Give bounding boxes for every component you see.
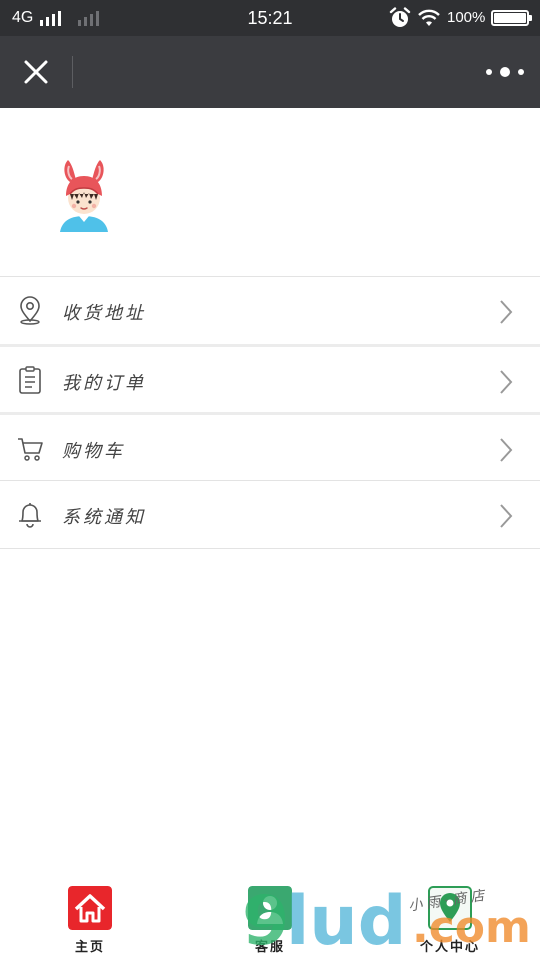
nav-item-profile[interactable]: 个人中心	[410, 886, 490, 955]
wifi-icon	[418, 9, 440, 26]
menu-item-label: 购物车	[62, 441, 125, 462]
nav-item-service[interactable]: 客服	[230, 886, 310, 955]
menu-item-label: 我的订单	[62, 373, 146, 394]
clipboard-icon	[19, 366, 41, 394]
map-pin-icon	[428, 886, 472, 930]
battery-icon	[491, 10, 532, 26]
nav-label-service: 客服	[254, 940, 285, 955]
menu-item-notifications[interactable]: 系统通知	[0, 480, 540, 548]
status-bar: 4G 15:21 100%	[0, 0, 540, 36]
location-pin-icon	[20, 296, 40, 325]
title-divider	[72, 56, 73, 88]
chevron-right-icon	[500, 504, 513, 528]
title-bar	[0, 36, 540, 108]
menu-item-cart[interactable]: 购物车	[0, 412, 540, 480]
bottom-nav: 主页 客服 个人中心	[0, 880, 540, 960]
alarm-icon	[389, 7, 411, 27]
menu-item-label: 收货地址	[62, 303, 146, 324]
more-dots-icon[interactable]	[486, 60, 524, 84]
chevron-right-icon	[500, 370, 513, 394]
menu-divider	[0, 548, 540, 549]
menu-item-address[interactable]: 收货地址	[0, 276, 540, 344]
nav-label-profile: 个人中心	[419, 940, 480, 955]
nav-label-home: 主页	[74, 940, 105, 955]
chevron-right-icon	[500, 300, 513, 324]
home-icon	[68, 886, 112, 930]
profile-section	[0, 108, 540, 276]
menu-item-label: 系统通知	[62, 507, 146, 528]
close-icon[interactable]	[18, 54, 54, 90]
battery-percent: 100%	[447, 9, 486, 26]
service-icon	[248, 886, 292, 930]
cart-icon	[18, 438, 43, 461]
menu-list: 收货地址 我的订单 购物车 系统通知	[0, 276, 540, 549]
bell-icon	[19, 503, 41, 528]
chevron-right-icon	[500, 438, 513, 462]
avatar[interactable]	[52, 156, 116, 240]
nav-item-home[interactable]: 主页	[50, 886, 130, 955]
menu-item-orders[interactable]: 我的订单	[0, 344, 540, 412]
